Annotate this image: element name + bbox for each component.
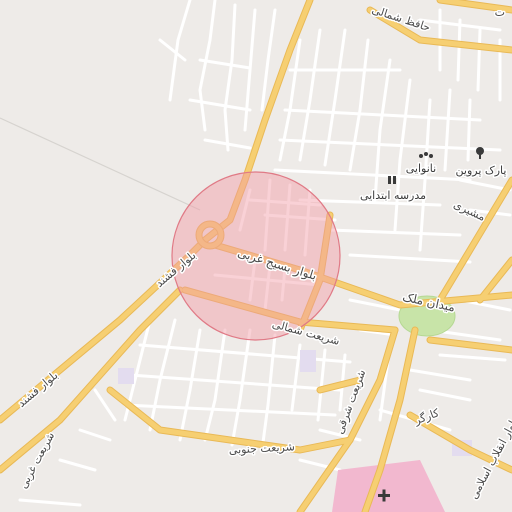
landuse-patch <box>300 350 316 372</box>
label-top-right-cut: ت <box>495 6 505 19</box>
map-svg: حافظ شمالی ت پارک پروین نانوایی مدرسه اب… <box>0 0 512 512</box>
label-madrese: مدرسه ابتدایی <box>360 189 426 202</box>
label-nanvaei: نانوایی <box>406 162 436 175</box>
map-canvas[interactable]: حافظ شمالی ت پارک پروین نانوایی مدرسه اب… <box>0 0 512 512</box>
landuse-patch <box>118 368 134 384</box>
label-park-parvin: پارک پروین <box>456 164 507 177</box>
